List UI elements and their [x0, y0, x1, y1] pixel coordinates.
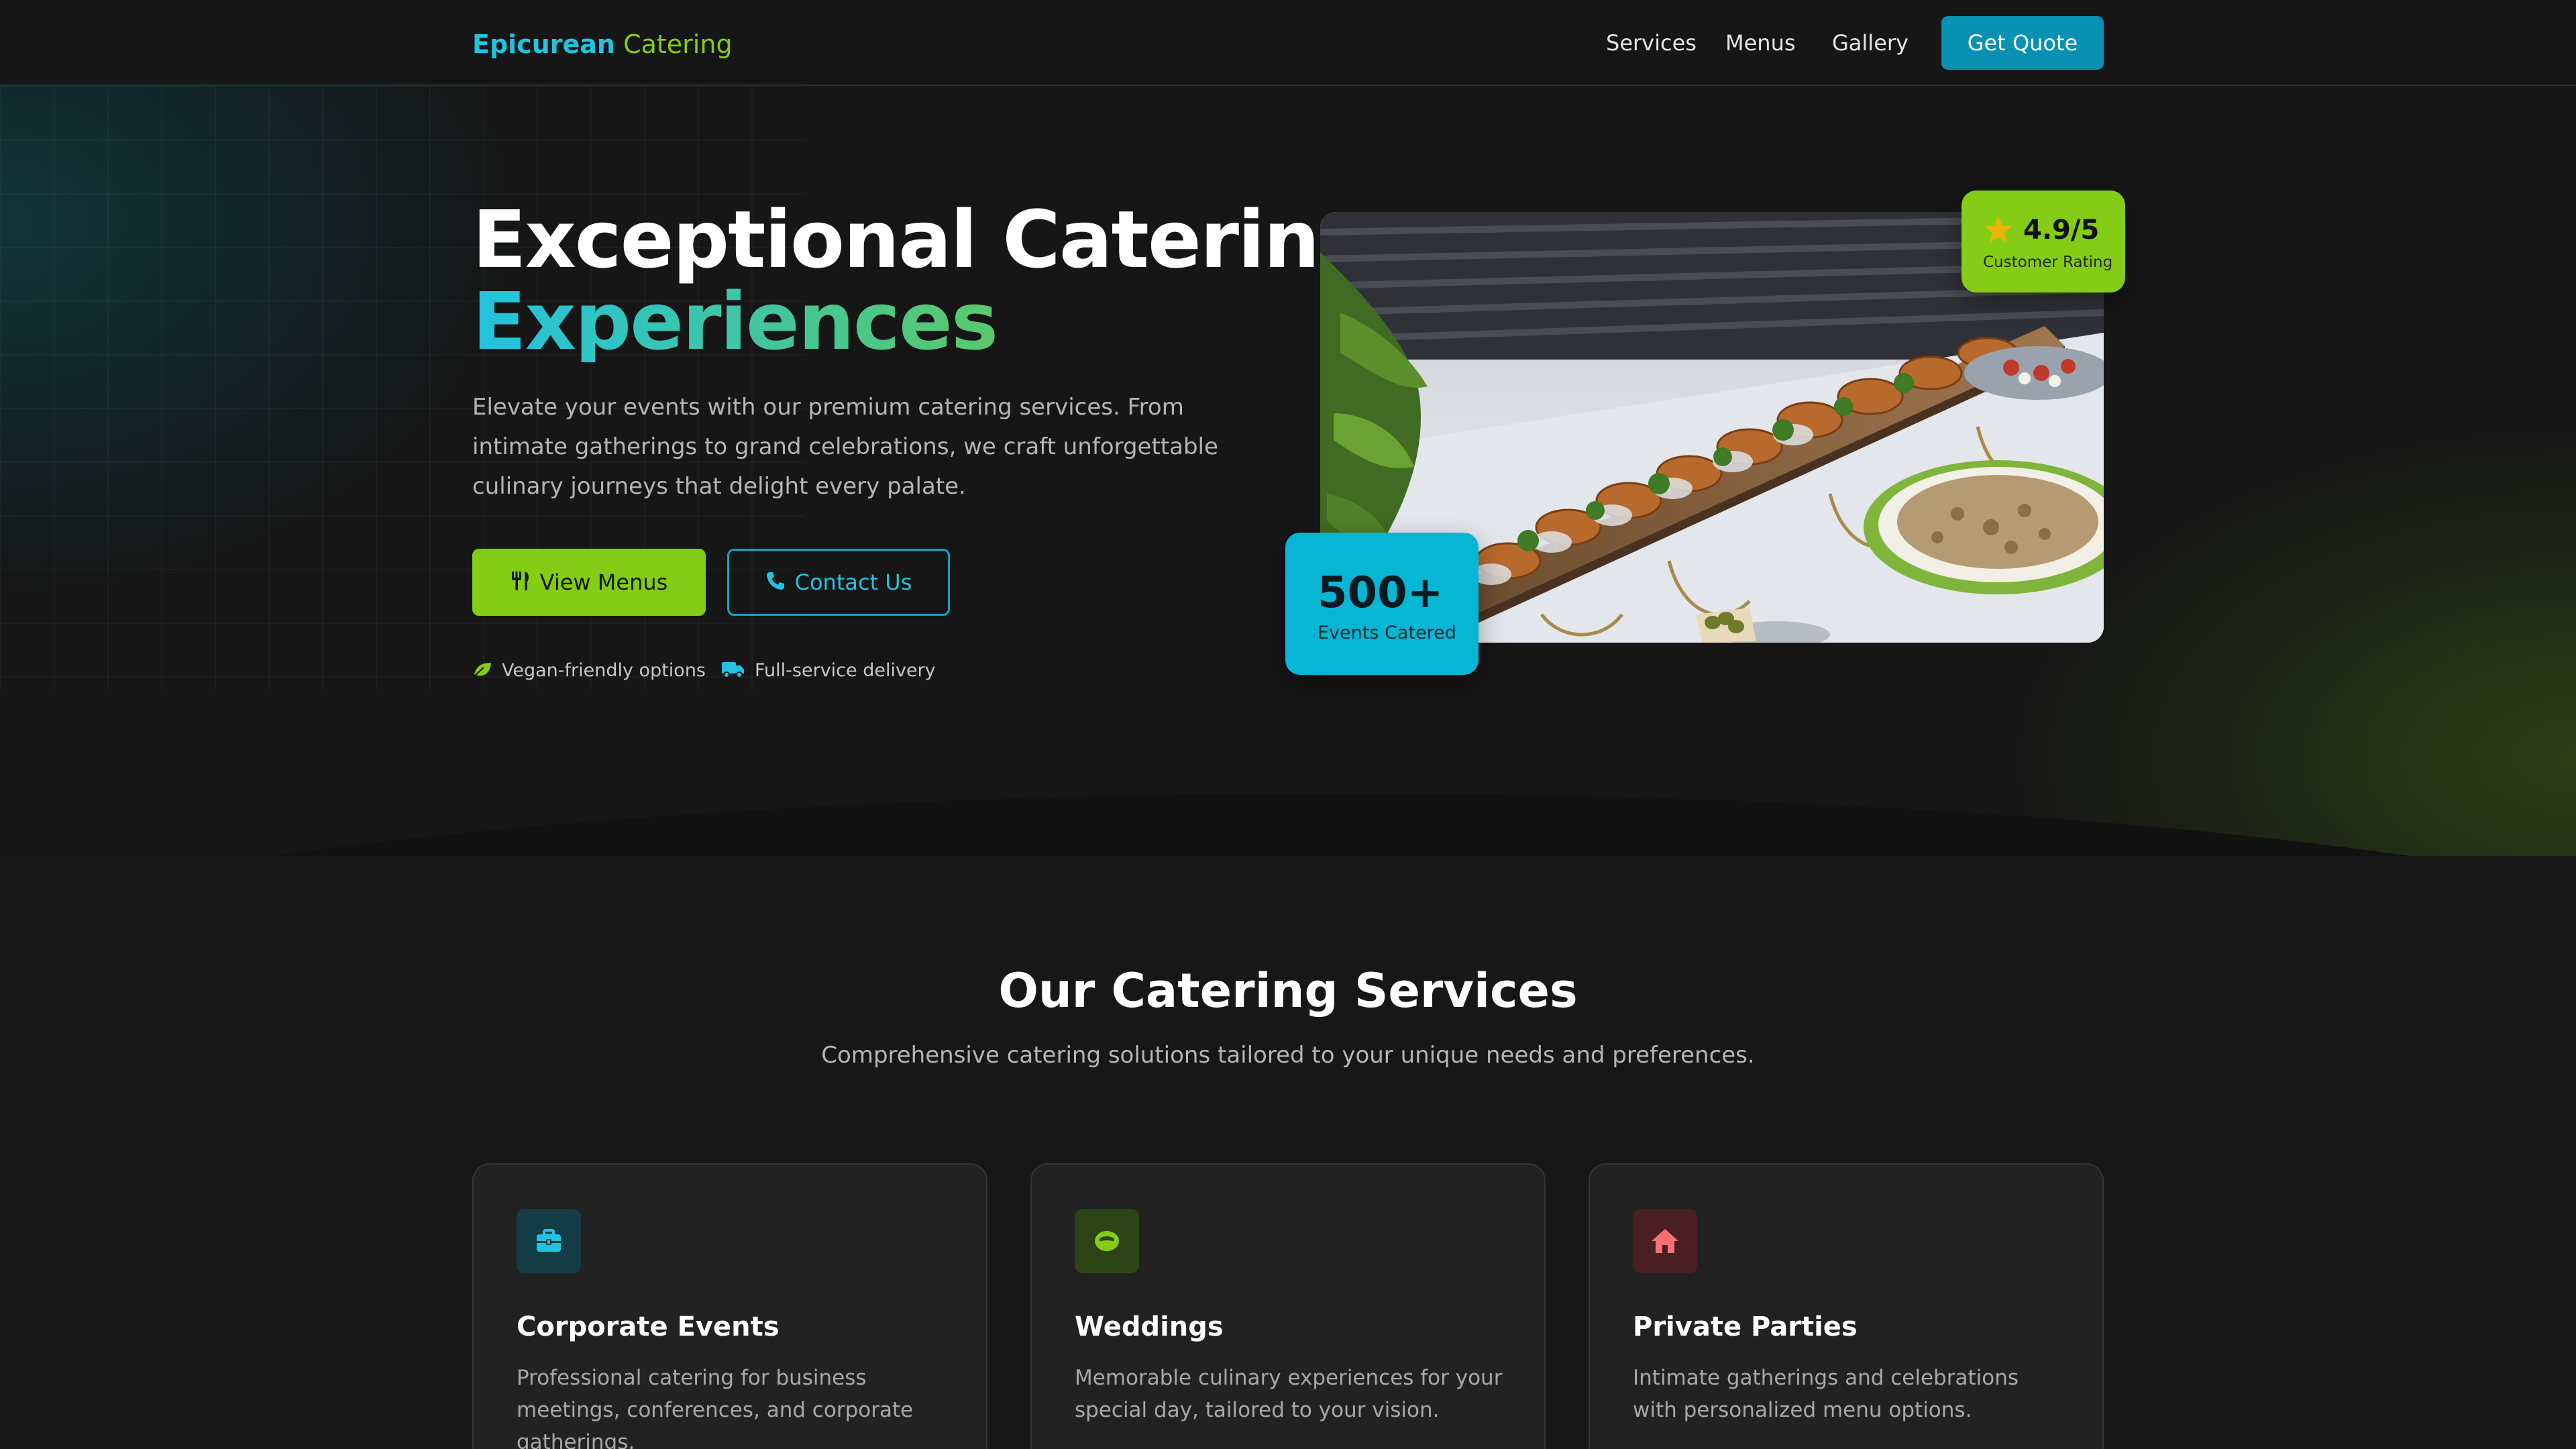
view-menus-label: View Menus — [539, 570, 668, 595]
hero-headline-line2: Experiences — [472, 280, 1374, 362]
utensils-icon — [511, 572, 529, 590]
service-card-description: Memorable culinary experiences for your … — [1075, 1366, 1503, 1422]
service-card-icon-box — [517, 1209, 581, 1273]
service-card-icon-box — [1075, 1209, 1139, 1273]
nav-link-menus[interactable]: Menus — [1725, 27, 1796, 59]
service-card-description: Professional catering for business meeti… — [517, 1366, 914, 1449]
events-catered-badge: 500+ Events Catered — [1285, 533, 1479, 675]
top-navbar: Epicurean Catering Services Menus Galler… — [0, 0, 2576, 86]
rating-value: 4.9/5 — [2023, 215, 2100, 246]
service-card-title: Corporate Events — [517, 1311, 780, 1342]
view-menus-button[interactable]: View Menus — [472, 549, 706, 616]
brand-secondary-text: Catering — [623, 30, 733, 59]
page: Epicurean Catering Services Menus Galler… — [0, 0, 2576, 1449]
hero-description: Elevate your events with our premium cat… — [472, 394, 1218, 500]
events-label: Events Catered — [1318, 623, 1456, 643]
briefcase-icon — [537, 1229, 561, 1252]
get-quote-button[interactable]: Get Quote — [1941, 16, 2104, 70]
service-card-title: Private Parties — [1633, 1311, 1858, 1342]
feature-delivery-label: Full-service delivery — [755, 660, 936, 681]
services-section: Our Catering Services Comprehensive cate… — [0, 856, 2576, 1449]
hero-headline-line1: Exceptional Catering — [472, 193, 1375, 286]
phone-icon — [766, 572, 784, 590]
service-card-private-parties[interactable]: Private Parties Intimate gatherings and … — [1589, 1163, 2104, 1449]
feature-delivery: Full-service delivery — [721, 657, 936, 684]
brand-primary-text: Epicurean — [472, 30, 615, 59]
rating-label: Customer Rating — [1983, 254, 2113, 271]
customer-rating-badge: 4.9/5 Customer Rating — [1962, 191, 2125, 292]
truck-icon — [722, 661, 744, 678]
service-card-description: Intimate gatherings and celebrations wit… — [1633, 1366, 2019, 1422]
events-count: 500+ — [1318, 568, 1444, 618]
feature-vegan: Vegan-friendly options — [472, 657, 706, 684]
services-title: Our Catering Services — [998, 963, 1578, 1018]
star-icon — [1984, 216, 2012, 243]
contact-us-button[interactable]: Contact Us — [727, 549, 950, 616]
service-card-title: Weddings — [1075, 1311, 1224, 1342]
hero-wave-divider — [0, 794, 2576, 856]
hero-headline: Exceptional Catering Experiences — [472, 193, 1375, 362]
feature-vegan-label: Vegan-friendly options — [502, 660, 706, 681]
ring-icon — [1095, 1231, 1119, 1251]
hero-section: Exceptional Catering Experiences Elevate… — [0, 86, 2576, 856]
services-subtitle: Comprehensive catering solutions tailore… — [821, 1042, 1755, 1069]
service-card-weddings[interactable]: Weddings Memorable culinary experiences … — [1030, 1163, 1546, 1449]
contact-us-label: Contact Us — [794, 570, 912, 595]
nav-link-gallery[interactable]: Gallery — [1832, 27, 1909, 59]
service-card-icon-box — [1633, 1209, 1697, 1273]
service-card-corporate[interactable]: Corporate Events Professional catering f… — [472, 1163, 987, 1449]
leaf-icon — [474, 662, 491, 677]
brand-logo[interactable]: Epicurean Catering — [472, 25, 733, 63]
nav-link-services[interactable]: Services — [1606, 27, 1697, 59]
home-icon — [1652, 1229, 1678, 1253]
